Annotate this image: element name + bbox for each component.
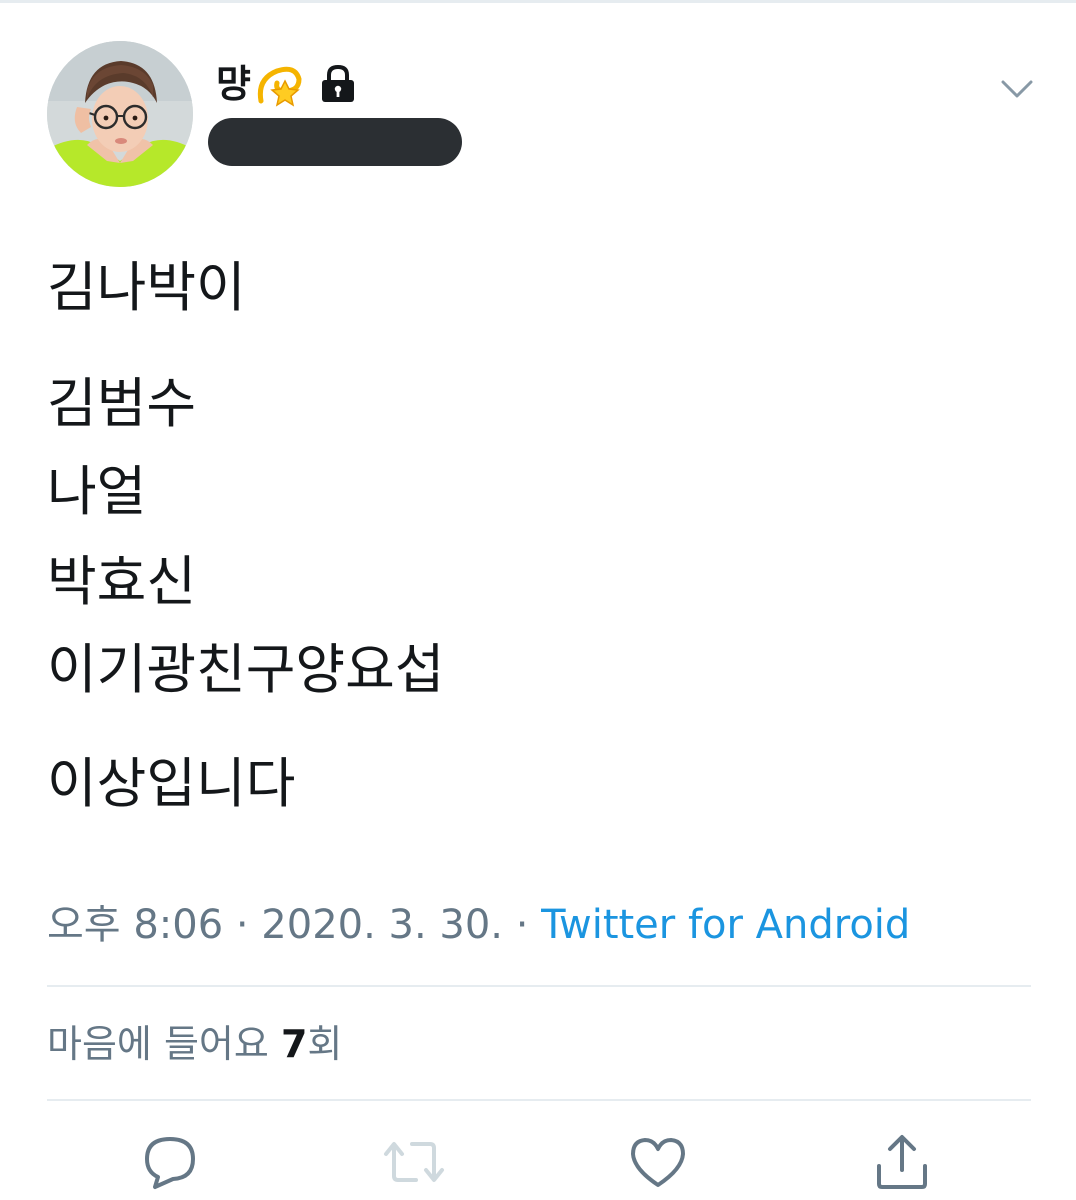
top-divider xyxy=(0,0,1076,3)
share-button[interactable] xyxy=(870,1132,934,1196)
reply-button[interactable] xyxy=(138,1132,202,1196)
share-icon xyxy=(872,1132,932,1196)
divider xyxy=(47,1099,1031,1101)
meta-separator: · xyxy=(515,902,529,948)
heart-icon xyxy=(628,1135,688,1193)
tweet-text-line: 김범수 xyxy=(47,372,197,435)
tweet-text-line: 나얼 xyxy=(47,460,147,523)
likes-count: 7 xyxy=(280,1022,308,1066)
reply-icon xyxy=(141,1134,199,1194)
tweet-source-link[interactable]: Twitter for Android xyxy=(541,902,910,948)
display-name[interactable]: 먕 xyxy=(216,60,251,108)
avatar[interactable] xyxy=(47,41,193,187)
redacted-handle xyxy=(208,118,462,166)
divider xyxy=(47,985,1031,987)
tweet-time: 오후 8:06 xyxy=(47,902,224,948)
like-button[interactable] xyxy=(626,1132,690,1196)
retweet-button[interactable] xyxy=(382,1132,446,1196)
tweet-text-line: 이상입니다 xyxy=(47,752,296,815)
likes-stat[interactable]: 마음에 들어요 7회 xyxy=(47,1020,342,1068)
likes-suffix: 회 xyxy=(307,1022,343,1066)
meta-separator: · xyxy=(235,902,249,948)
likes-label: 마음에 들어요 xyxy=(47,1022,269,1066)
retweet-icon xyxy=(382,1136,446,1192)
tweet-meta: 오후 8:06 · 2020. 3. 30. · Twitter for And… xyxy=(47,900,910,950)
tweet-text-line: 김나박이 xyxy=(47,256,246,319)
dizzy-emoji-icon xyxy=(255,61,303,107)
tweet-date: 2020. 3. 30. xyxy=(261,902,504,948)
chevron-down-icon[interactable] xyxy=(1000,76,1034,102)
tweet-text-line: 이기광친구양요섭 xyxy=(47,638,445,701)
lock-icon xyxy=(319,64,357,104)
tweet-text-line: 박효신 xyxy=(47,550,197,613)
display-name-row[interactable]: 먕 xyxy=(216,60,357,108)
